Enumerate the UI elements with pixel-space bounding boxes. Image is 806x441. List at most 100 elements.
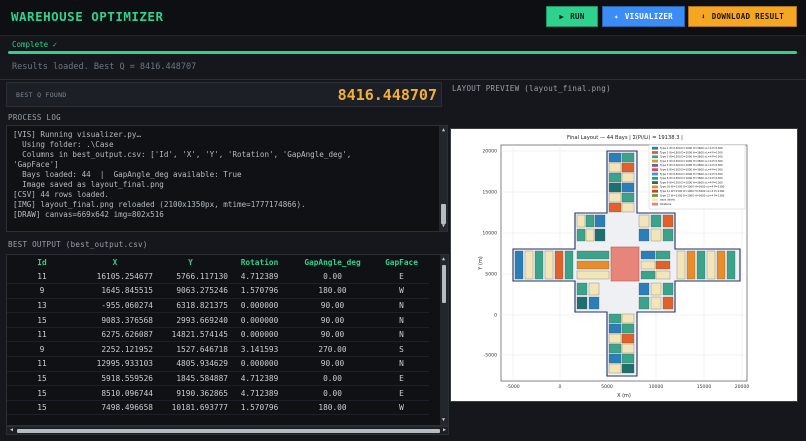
table-row[interactable]: 13 -955.060274 6318.821375 0.000000 90.00 N	[7, 298, 429, 314]
bay	[621, 353, 635, 364]
bay	[662, 296, 674, 310]
process-log-text: [VIS] Running visualizer.py… Using folde…	[13, 130, 433, 220]
table-row[interactable]: 15 8510.096744 9190.362865 4.712389 0.00 E	[7, 385, 429, 401]
y-tick-label: 20000	[482, 149, 497, 155]
scroll-left-icon[interactable]: ◀	[8, 427, 15, 434]
bay	[608, 353, 622, 364]
bay	[716, 250, 726, 280]
table-row[interactable]: 15 5918.559526 1845.584887 4.712389 0.00 E	[7, 371, 429, 387]
table-cell: 270.00	[291, 341, 374, 358]
table-cell: 11	[7, 269, 77, 285]
bay	[696, 250, 706, 280]
y-tick-label: -5000	[484, 353, 497, 359]
bay	[621, 313, 635, 324]
download-result-button[interactable]: ⬇ DOWNLOAD RESULT	[688, 6, 797, 27]
column-header[interactable]: GapAngle_deg	[291, 255, 374, 269]
table-scrollbar[interactable]: ▲ ▼	[440, 255, 448, 425]
table-cell: 8510.096744	[77, 385, 153, 401]
bay	[608, 333, 622, 344]
table-scroll-down-icon[interactable]: ▼	[440, 417, 447, 424]
bay	[576, 250, 610, 260]
legend-label: Type 3 W=1300 D=1000 H=3600 nL=4 P=1300	[660, 155, 723, 159]
legend-swatch	[652, 194, 658, 197]
column-header[interactable]: Rotation	[228, 255, 291, 269]
bay	[676, 250, 686, 280]
bay	[576, 282, 588, 296]
bay	[608, 152, 622, 163]
table-scroll-thumb[interactable]	[442, 265, 446, 303]
app-title: WAREHOUSE OPTIMIZER	[11, 9, 164, 24]
column-header[interactable]: X	[77, 255, 153, 269]
legend-swatch	[652, 176, 658, 180]
progress-bar	[8, 51, 797, 54]
bay	[588, 296, 600, 310]
bay	[640, 270, 656, 280]
table-cell: 4805.934629	[153, 356, 228, 372]
table-cell: 0.000000	[228, 298, 291, 314]
best-output-title: BEST OUTPUT (best_output.csv)	[8, 240, 148, 249]
bay	[534, 250, 544, 280]
status-text: Complete ✓	[12, 40, 58, 49]
column-header[interactable]: Id	[7, 255, 77, 269]
table-row[interactable]: 9 1645.845515 9063.275246 1.570796 180.00 W	[7, 283, 429, 299]
obstacle	[610, 246, 640, 282]
table-row[interactable]: 15 7498.496658 10181.693777 1.570796 180.00 W	[7, 400, 429, 416]
table-row[interactable]: 15 9083.376568 2993.669240 0.000000 90.00 N	[7, 312, 429, 328]
legend-label: Type 12 W=1300 D=1000 H=3600 nL=4 P=1300	[660, 193, 725, 197]
legend-label: Type 8 W=1300 D=1000 H=3600 nL=4 P=1300	[660, 176, 723, 180]
bay	[576, 296, 588, 310]
bay	[608, 313, 622, 324]
bay	[686, 250, 696, 280]
horizontal-scroll-thumb[interactable]	[17, 429, 440, 433]
table-cell: 6318.821375	[153, 298, 228, 314]
table-row[interactable]: 9 2252.121952 1527.646718 3.141593 270.00 S	[7, 341, 429, 358]
bay	[621, 363, 635, 374]
table-cell: 9	[7, 341, 77, 358]
table-cell: 6275.626087	[77, 327, 153, 343]
table-cell: 9063.275246	[153, 283, 228, 299]
table-cell: 10181.693777	[153, 400, 228, 416]
column-header[interactable]: Y	[153, 255, 228, 269]
log-scroll-thumb[interactable]	[441, 204, 446, 224]
legend-label: Obstacle	[660, 202, 672, 206]
legend-swatch	[652, 198, 658, 202]
table-horizontal-scrollbar[interactable]: ◀ ▶	[6, 426, 449, 435]
play-icon: ▶	[559, 12, 565, 21]
log-line: Columns in best_output.csv: ['Id', 'X', …	[13, 150, 352, 159]
table-cell: 5918.559526	[77, 371, 153, 387]
table-cell: 15	[7, 400, 77, 416]
table-cell: 180.00	[291, 400, 374, 416]
sparkle-icon: ✦	[614, 12, 619, 21]
run-button[interactable]: ▶ RUN	[546, 6, 598, 27]
table-cell: 5766.117130	[153, 269, 228, 285]
visualizer-button[interactable]: ✦ VISUALIZER	[602, 6, 685, 27]
log-scrollbar[interactable]: ▲ ▼	[439, 126, 447, 231]
table-row[interactable]: 11 16105.254677 5766.117130 4.712389 0.00 E	[7, 269, 429, 285]
table-cell: 1.570796	[228, 400, 291, 416]
legend-swatch	[652, 151, 658, 154]
table-cell: 2252.121952	[77, 341, 153, 358]
scroll-right-icon[interactable]: ▶	[441, 427, 448, 434]
bay	[621, 333, 635, 344]
bay	[608, 162, 622, 173]
bay	[608, 343, 622, 354]
table-cell: 1845.584887	[153, 371, 228, 387]
table-scroll-up-icon[interactable]: ▲	[440, 256, 447, 263]
legend-label: bays (aisle)	[660, 198, 675, 202]
scroll-down-icon[interactable]: ▼	[440, 223, 447, 230]
table-cell: 13	[7, 298, 77, 314]
best-output-table[interactable]: Id X Y Rotation GapAngle_deg GapFace 11 16105.…	[6, 254, 449, 426]
column-header[interactable]: GapFace	[374, 255, 429, 269]
table-cell: 90.00	[291, 312, 374, 328]
legend-label: Type 7 W=1300 D=1000 H=3600 nL=4 P=1300	[660, 172, 723, 176]
process-log[interactable]: [VIS] Running visualizer.py… Using folde…	[6, 125, 448, 232]
bay	[594, 228, 606, 242]
table-row[interactable]: 11 6275.626087 14821.574145 0.000000 90.00 N	[7, 327, 429, 343]
scroll-up-icon[interactable]: ▲	[440, 127, 447, 134]
x-axis-label: X (m)	[617, 393, 631, 399]
bay	[650, 214, 662, 228]
table-cell: 1527.646718	[153, 341, 228, 358]
x-tick-label: 0	[559, 384, 562, 390]
table-row[interactable]: 11 12995.933103 4805.934629 0.000000 90.00 N	[7, 356, 429, 372]
bay	[564, 250, 574, 280]
